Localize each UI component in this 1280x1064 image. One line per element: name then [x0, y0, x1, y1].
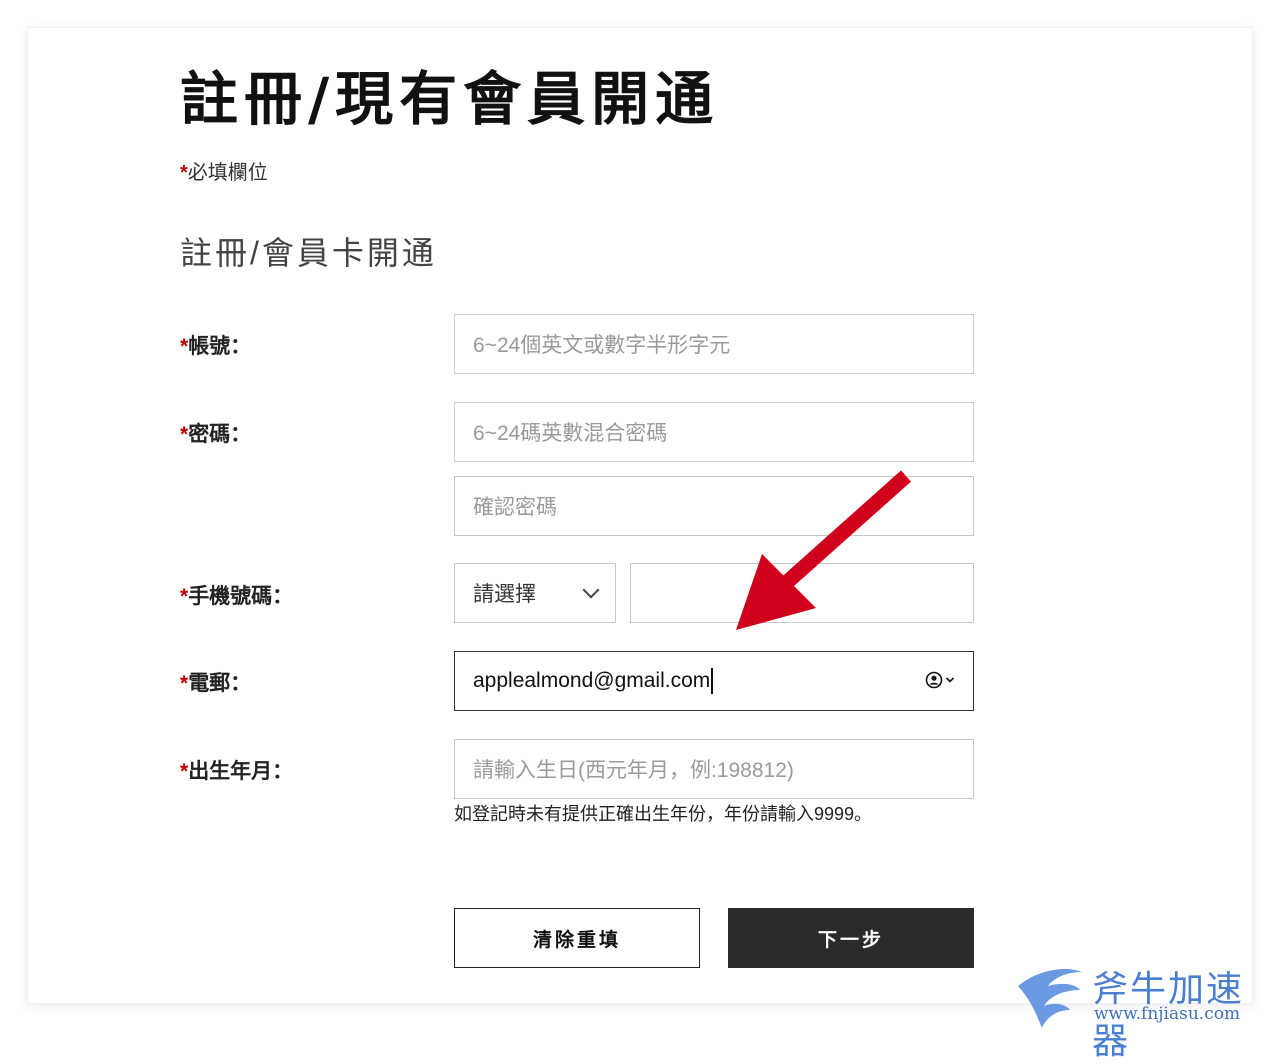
required-mark: * — [180, 672, 189, 695]
email-input[interactable]: applealmond@gmail.com — [454, 651, 974, 711]
chevron-down-icon — [945, 677, 955, 683]
autofill-contact-icon[interactable] — [925, 671, 955, 689]
birthday-input[interactable]: 請輸入生日(西元年月，例:198812) — [454, 739, 974, 799]
password-label: *密碼： — [180, 418, 251, 448]
required-note: *必填欄位 — [180, 156, 268, 185]
phone-label-text: 手機號碼： — [188, 585, 294, 608]
reset-button[interactable]: 清除重填 — [454, 908, 700, 968]
required-note-text: 必填欄位 — [187, 162, 268, 184]
account-label-text: 帳號： — [188, 335, 252, 358]
account-input[interactable]: 6~24個英文或數字半形字元 — [454, 314, 974, 374]
page-title: 註冊/現有會員開通 — [180, 65, 720, 133]
required-mark: * — [180, 760, 189, 783]
confirm-password-placeholder: 確認密碼 — [473, 496, 557, 519]
password-label-text: 密碼： — [188, 423, 252, 446]
annotation-arrow-icon — [736, 470, 911, 630]
birthday-placeholder: 請輸入生日(西元年月，例:198812) — [473, 759, 794, 782]
required-mark: * — [180, 162, 188, 184]
required-mark: * — [180, 423, 189, 446]
section-title: 註冊/會員卡開通 — [180, 235, 437, 271]
person-circle-icon — [925, 671, 943, 689]
account-label: *帳號： — [180, 330, 251, 360]
account-placeholder: 6~24個英文或數字半形字元 — [473, 334, 731, 357]
country-code-select[interactable]: 請選擇 — [454, 563, 616, 623]
next-button[interactable]: 下一步 — [728, 908, 974, 968]
birthday-label-text: 出生年月： — [188, 760, 294, 783]
password-input[interactable]: 6~24碼英數混合密碼 — [454, 402, 974, 462]
country-code-value: 請選擇 — [473, 583, 536, 606]
email-value: applealmond@gmail.com — [473, 669, 711, 692]
birthday-label: *出生年月： — [180, 755, 293, 785]
phone-label: *手機號碼： — [180, 580, 293, 610]
watermark-url: www.fnjiasu.com — [1094, 1004, 1241, 1024]
text-cursor — [711, 668, 714, 694]
required-mark: * — [180, 585, 189, 608]
email-label: *電郵： — [180, 667, 251, 697]
birthday-hint: 如登記時未有提供正確出生年份，年份請輸入9999。 — [454, 804, 873, 824]
required-mark: * — [180, 335, 189, 358]
chevron-down-icon — [583, 586, 597, 600]
email-label-text: 電郵： — [188, 672, 252, 695]
password-placeholder: 6~24碼英數混合密碼 — [473, 422, 668, 445]
